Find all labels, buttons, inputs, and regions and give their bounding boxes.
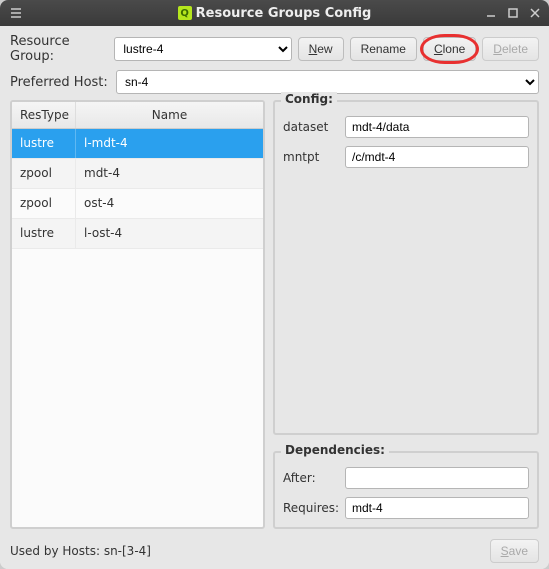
cell-name: l-ost-4 (76, 219, 263, 248)
dataset-label: dataset (283, 120, 339, 134)
config-title: Config: (281, 92, 337, 106)
mntpt-input[interactable] (345, 146, 529, 168)
titlebar: Q Resource Groups Config (0, 0, 549, 26)
after-input[interactable] (345, 467, 529, 489)
resource-group-row: Resource Group: lustre-4 New Rename Clon… (10, 34, 539, 64)
cell-restype: lustre (12, 219, 76, 248)
table-body: lustrel-mdt-4zpoolmdt-4zpoolost-4lustrel… (12, 129, 263, 527)
after-label: After: (283, 471, 339, 485)
highlight-ring-icon (420, 34, 479, 64)
cell-restype: zpool (12, 189, 76, 218)
table-row[interactable]: lustrel-mdt-4 (12, 129, 263, 159)
requires-input[interactable] (345, 497, 529, 519)
preferred-host-select[interactable]: sn-4 (116, 70, 539, 94)
resource-table: ResType Name lustrel-mdt-4zpoolmdt-4zpoo… (10, 100, 265, 529)
cell-restype: lustre (12, 129, 76, 158)
dependencies-group: Dependencies: After: Requires: (273, 451, 539, 529)
window: Q Resource Groups Config Resource Group:… (0, 0, 549, 569)
maximize-icon[interactable] (503, 3, 523, 23)
rename-button[interactable]: Rename (350, 37, 417, 61)
cell-name: mdt-4 (76, 159, 263, 188)
col-restype[interactable]: ResType (12, 102, 76, 128)
resource-group-select[interactable]: lustre-4 (114, 37, 291, 61)
panel-right: Config: dataset mntpt Dependencies: Afte… (273, 100, 539, 529)
cell-name: ost-4 (76, 189, 263, 218)
footer: Used by Hosts: sn-[3-4] Save (10, 535, 539, 565)
table-row[interactable]: zpoolmdt-4 (12, 159, 263, 189)
app-icon: Q (178, 6, 192, 20)
cell-name: l-mdt-4 (76, 129, 263, 158)
clone-button[interactable]: Clone (423, 37, 476, 61)
table-row[interactable]: lustrel-ost-4 (12, 219, 263, 249)
mntpt-label: mntpt (283, 150, 339, 164)
used-by-hosts: Used by Hosts: sn-[3-4] (10, 544, 484, 558)
dependencies-title: Dependencies: (281, 443, 389, 457)
minimize-icon[interactable] (481, 3, 501, 23)
app-menu-icon[interactable] (6, 3, 26, 23)
resource-group-label: Resource Group: (10, 34, 108, 64)
preferred-host-label: Preferred Host: (10, 75, 110, 90)
close-icon[interactable] (525, 3, 545, 23)
dataset-input[interactable] (345, 116, 529, 138)
delete-button: Delete (482, 37, 539, 61)
content: Resource Group: lustre-4 New Rename Clon… (0, 26, 549, 569)
requires-label: Requires: (283, 501, 339, 515)
save-button: Save (490, 539, 539, 563)
table-row[interactable]: zpoolost-4 (12, 189, 263, 219)
preferred-host-row: Preferred Host: sn-4 (10, 70, 539, 94)
cell-restype: zpool (12, 159, 76, 188)
col-name[interactable]: Name (76, 102, 263, 128)
new-button[interactable]: New (298, 37, 344, 61)
table-header: ResType Name (12, 102, 263, 129)
window-title: Resource Groups Config (196, 6, 372, 21)
panel-left: ResType Name lustrel-mdt-4zpoolmdt-4zpoo… (10, 100, 265, 529)
config-group: Config: dataset mntpt (273, 100, 539, 435)
